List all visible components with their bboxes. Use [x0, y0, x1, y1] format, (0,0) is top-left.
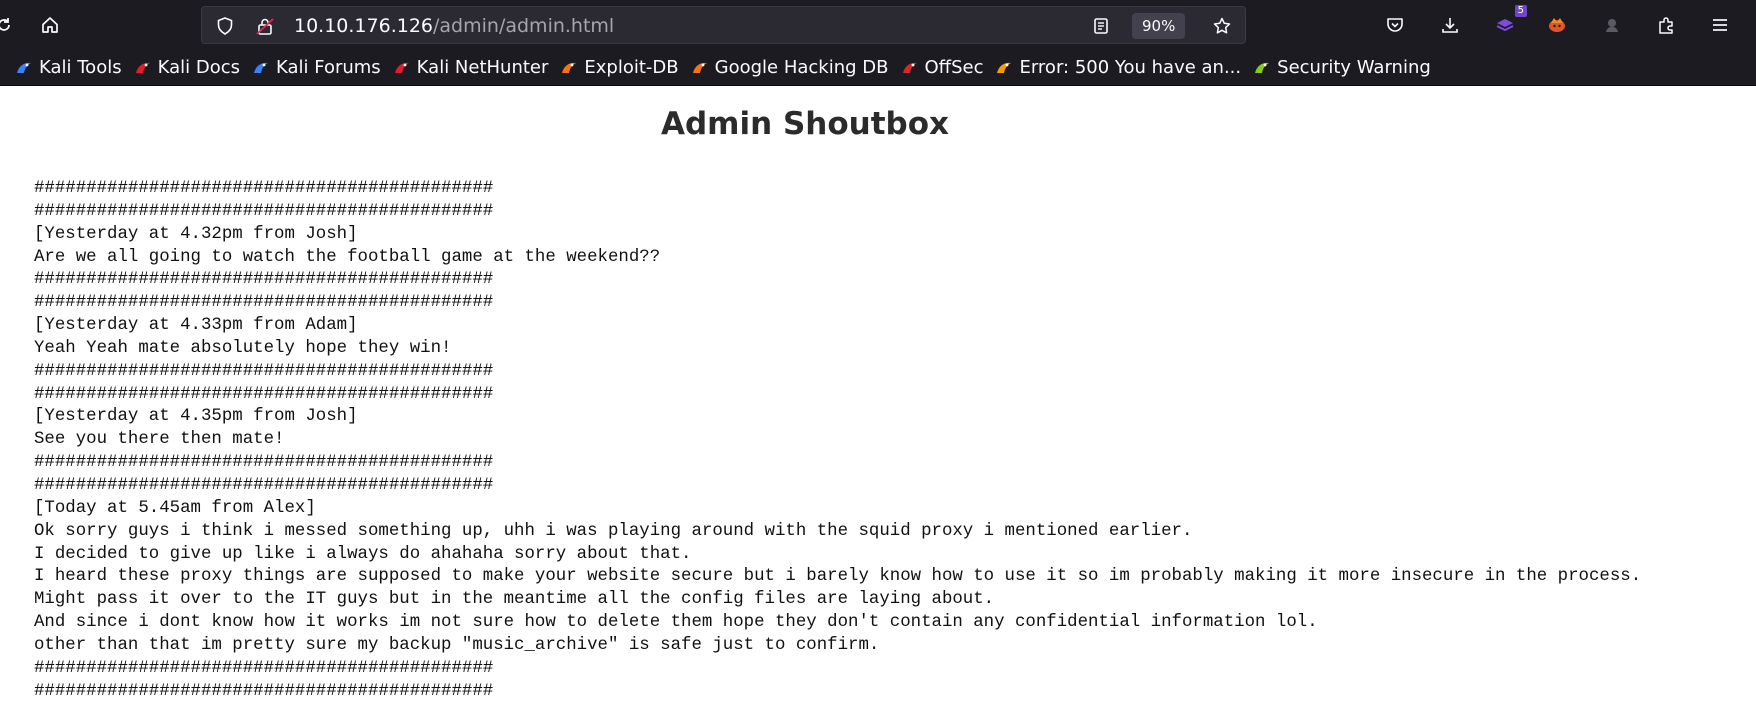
message-header: [Yesterday at 4.35pm from Josh] — [34, 407, 358, 427]
separator-line: ########################################… — [34, 384, 494, 404]
browser-toolbar: 10.10.176.126/admin/admin.html 90% 5 — [0, 0, 1756, 50]
downloads-icon[interactable] — [1432, 7, 1468, 43]
tracking-protection-shield-icon[interactable] — [214, 15, 236, 37]
bookmark-item[interactable]: Google Hacking DB — [686, 53, 894, 83]
message-text: I decided to give up like i always do ah… — [34, 544, 692, 564]
url-bar[interactable]: 10.10.176.126/admin/admin.html 90% — [201, 6, 1246, 44]
extension-puzzle-gray-icon[interactable] — [1594, 7, 1630, 43]
separator-line: ########################################… — [34, 361, 494, 381]
bookmark-label: Kali NetHunter — [416, 57, 549, 78]
url-text[interactable]: 10.10.176.126/admin/admin.html — [294, 7, 614, 45]
bookmark-label: OffSec — [924, 57, 984, 78]
message-text: I heard these proxy things are supposed … — [34, 567, 1642, 587]
separator-line: ########################################… — [34, 658, 494, 678]
separator-line: ########################################… — [34, 179, 494, 198]
reload-icon[interactable] — [0, 7, 22, 43]
bookmark-label: Google Hacking DB — [714, 57, 889, 78]
exploit-db-icon — [560, 59, 578, 77]
bookmark-item[interactable]: OffSec — [896, 53, 989, 83]
message-text: And since i dont know how it works im no… — [34, 613, 1318, 633]
extension-stack-icon[interactable]: 5 — [1487, 5, 1527, 43]
bookmark-item[interactable]: Kali Forums — [247, 53, 386, 83]
message-text: Ok sorry guys i think i messed something… — [34, 521, 1193, 541]
extensions-puzzle-icon[interactable] — [1648, 7, 1684, 43]
kali-docs-icon — [134, 59, 152, 77]
bookmark-star-icon[interactable] — [1211, 15, 1233, 37]
ghdb-icon — [691, 59, 709, 77]
bookmark-item[interactable]: Exploit-DB — [555, 53, 683, 83]
message-header: [Yesterday at 4.32pm from Josh] — [34, 224, 358, 244]
bookmarks-toolbar: Kali Tools Kali Docs Kali Forums Kali NetHu… — [0, 50, 1756, 86]
bookmark-label: Kali Tools — [39, 57, 122, 78]
bookmark-item[interactable]: Kali NetHunter — [388, 53, 554, 83]
message-text: See you there then mate! — [34, 430, 285, 450]
bookmark-label: Security Warning — [1277, 57, 1431, 78]
separator-line: ########################################… — [34, 453, 494, 473]
bookmark-item[interactable]: Kali Docs — [129, 53, 245, 83]
message-text: Might pass it over to the IT guys but in… — [34, 590, 995, 610]
extension-badge-count: 5 — [1514, 5, 1527, 17]
shoutbox-content: ########################################… — [34, 178, 1756, 703]
message-header: [Yesterday at 4.33pm from Adam] — [34, 316, 358, 336]
bookmark-label: Exploit-DB — [584, 57, 679, 78]
separator-line: ########################################… — [34, 201, 494, 221]
url-path: /admin/admin.html — [433, 15, 615, 37]
insecure-lock-icon[interactable] — [254, 15, 276, 37]
bookmark-item[interactable]: Error: 500 You have an... — [990, 53, 1246, 83]
bookmark-label: Kali Docs — [157, 57, 240, 78]
app-menu-hamburger-icon[interactable] — [1702, 7, 1738, 43]
separator-line: ########################################… — [34, 293, 494, 313]
foxyproxy-extension-icon[interactable] — [1539, 7, 1575, 43]
message-text: Are we all going to watch the football g… — [34, 247, 661, 267]
page-title: Admin Shoutbox — [660, 106, 950, 142]
home-icon[interactable] — [32, 7, 68, 43]
kali-dragon-icon — [15, 59, 33, 77]
separator-line: ########################################… — [34, 681, 494, 701]
bookmark-label: Error: 500 You have an... — [1019, 57, 1242, 78]
bookmark-label: Kali Forums — [275, 57, 381, 78]
separator-line: ########################################… — [34, 270, 494, 290]
bookmark-item[interactable]: Security Warning — [1248, 53, 1436, 83]
security-warning-icon — [1253, 59, 1271, 77]
kali-forums-icon — [252, 59, 270, 77]
offsec-icon — [901, 59, 919, 77]
separator-line: ########################################… — [34, 475, 494, 495]
web-page: Admin Shoutbox #########################… — [0, 86, 1756, 707]
message-header: [Today at 5.45am from Alex] — [34, 498, 316, 518]
joomla-icon — [995, 59, 1013, 77]
message-text: other than that im pretty sure my backup… — [34, 635, 880, 655]
bookmark-item[interactable]: Kali Tools — [10, 53, 127, 83]
pocket-icon[interactable] — [1377, 7, 1413, 43]
reader-view-icon[interactable] — [1090, 15, 1112, 37]
message-text: Yeah Yeah mate absolutely hope they win! — [34, 338, 452, 358]
zoom-level-badge[interactable]: 90% — [1132, 13, 1186, 39]
url-host: 10.10.176.126 — [294, 15, 434, 37]
nethunter-icon — [393, 59, 411, 77]
